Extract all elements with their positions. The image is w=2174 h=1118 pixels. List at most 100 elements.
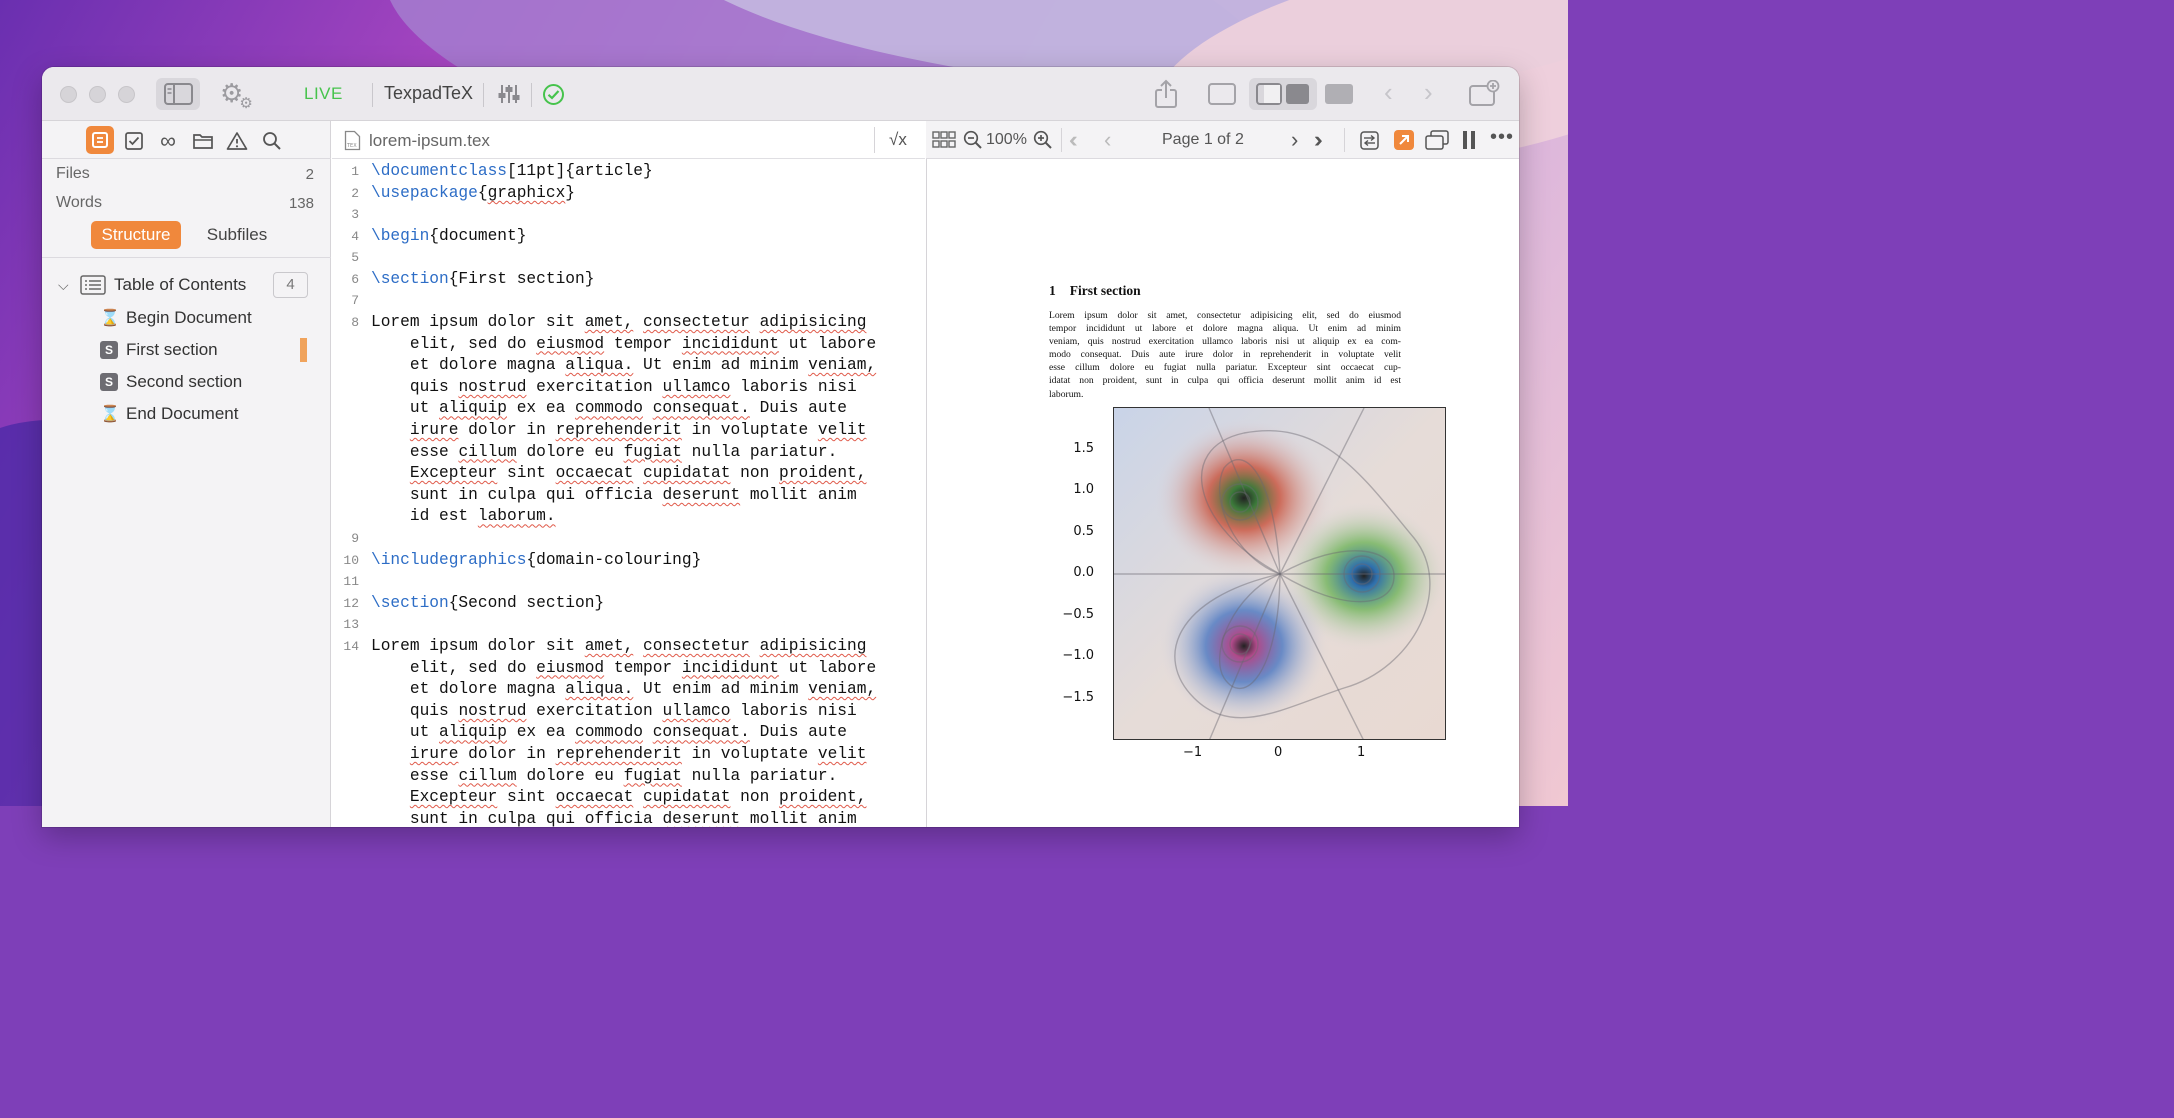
pdf-section-heading: 1 First section (1049, 283, 1141, 298)
pdf-paragraph: Lorem ipsum dolor sit amet, consectetur … (1049, 310, 1401, 400)
zoom-window-button[interactable] (118, 86, 135, 103)
sidebar-icon (164, 83, 193, 105)
folder-icon (193, 134, 213, 149)
line-number: 10 (343, 553, 359, 568)
tasks-tab-button[interactable] (121, 128, 147, 154)
toc-item-first-section[interactable]: S First section (100, 336, 310, 364)
code-line-2: \usepackage{graphicx} (371, 184, 576, 202)
zoom-level[interactable]: 100% (986, 131, 1027, 149)
tab-structure[interactable]: Structure (91, 221, 181, 249)
previous-page-icon[interactable]: ‹ (1104, 127, 1111, 153)
line-number: 4 (351, 229, 359, 244)
line-number: 13 (343, 617, 359, 632)
page-indicator[interactable]: Page 1 of 2 (1162, 131, 1244, 149)
y-tick-label: −1.0 (1062, 648, 1094, 663)
sidebar: ∞ Files 2 Words 138 Structure Subfiles ⌵… (42, 121, 331, 827)
grid-view-icon[interactable] (932, 130, 956, 150)
checkbox-icon (125, 132, 143, 150)
line-number: 11 (343, 574, 359, 589)
hourglass-icon: ⌛ (100, 406, 120, 423)
hourglass-icon: ⌛ (100, 310, 120, 327)
current-position-marker (300, 338, 307, 362)
sync-icon[interactable] (1359, 130, 1380, 151)
zoom-out-icon[interactable] (963, 130, 983, 150)
next-page-icon[interactable]: › (1291, 127, 1298, 153)
toolbar: ⚙⚙ LIVE TexpadTeX ‹ › (42, 67, 1519, 121)
toggle-sidebar-button[interactable] (156, 78, 200, 110)
search-icon (263, 132, 281, 150)
infinity-icon[interactable]: ∞ (155, 128, 181, 154)
layout-pdf-only-icon[interactable] (1324, 82, 1354, 106)
chevron-down-icon[interactable]: ⌵ (58, 277, 72, 294)
toc-count-badge: 4 (273, 272, 308, 298)
code-line-1: \documentclass[11pt]{article} (371, 162, 653, 180)
line-number: 14 (343, 639, 359, 654)
y-tick-label: 1.5 (1073, 441, 1094, 456)
new-window-icon[interactable] (1468, 80, 1500, 108)
zoom-in-icon[interactable] (1033, 130, 1053, 150)
live-typesetting-toggle[interactable]: LIVE (304, 84, 343, 104)
list-icon (80, 275, 106, 295)
last-page-icon[interactable]: ›› (1314, 127, 1322, 153)
words-label: Words (56, 194, 102, 211)
line-number: 12 (343, 596, 359, 611)
more-icon[interactable]: ••• (1490, 126, 1514, 149)
tex-file-icon: TEX (344, 130, 361, 151)
editor-filename[interactable]: lorem-ipsum.tex (369, 131, 490, 151)
toc-item-end-document[interactable]: ⌛ End Document (100, 400, 238, 428)
files-tab-button[interactable] (190, 128, 216, 154)
code-paragraph-2: Lorem ipsum dolor sit amet, consectetur … (371, 637, 877, 827)
line-number: 7 (351, 293, 359, 308)
code-line-4: \begin{document} (371, 227, 527, 245)
section-icon: S (100, 341, 118, 359)
search-tab-button[interactable] (259, 128, 285, 154)
toc-item-begin-document[interactable]: ⌛ Begin Document (100, 304, 252, 332)
code-line-6: \section{First section} (371, 270, 595, 288)
x-tick-label: −1 (1183, 745, 1203, 760)
issues-tab-button[interactable] (224, 128, 250, 154)
layout-split-icon (1256, 83, 1309, 105)
first-page-icon[interactable]: ‹‹ (1069, 127, 1077, 153)
layout-split-button[interactable] (1249, 78, 1317, 110)
minimize-window-button[interactable] (89, 86, 106, 103)
math-preview-button[interactable]: √x (889, 130, 907, 150)
y-tick-label: −1.5 (1062, 690, 1094, 705)
forward-icon[interactable]: › (1424, 79, 1433, 105)
y-tick-label: −0.5 (1062, 607, 1094, 622)
layout-editor-only-icon[interactable] (1207, 82, 1237, 106)
line-number: 2 (351, 186, 359, 201)
line-number: 5 (351, 250, 359, 265)
tab-subfiles[interactable]: Subfiles (192, 221, 282, 249)
code-paragraph-1: Lorem ipsum dolor sit amet, consectetur … (371, 313, 877, 526)
svg-text:TEX: TEX (346, 143, 357, 149)
typeset-engine-selector[interactable]: TexpadTeX (384, 83, 473, 104)
typeset-success-icon[interactable] (542, 83, 565, 106)
files-count: 2 (305, 166, 314, 183)
settings-gears-icon[interactable]: ⚙⚙ (220, 80, 257, 111)
domain-colouring-plot (1114, 408, 1445, 739)
x-tick-label: 1 (1357, 745, 1366, 760)
close-window-button[interactable] (60, 86, 77, 103)
sliders-icon[interactable] (497, 82, 521, 106)
code-line-10: \includegraphics{domain-colouring} (371, 551, 702, 569)
sidebar-icon-bar: ∞ (42, 121, 331, 159)
y-tick-label: 0.5 (1073, 524, 1094, 539)
toc-header[interactable]: ⌵ Table of Contents 4 (58, 271, 318, 299)
outline-tab-button[interactable] (86, 126, 114, 154)
open-external-icon[interactable] (1393, 129, 1415, 151)
pdf-toolbar: 100% ‹‹ ‹ Page 1 of 2 › ›› ••• (926, 121, 1519, 159)
editor-tab-bar: TEX lorem-ipsum.tex √x (332, 121, 925, 159)
app-window: ⚙⚙ LIVE TexpadTeX ‹ › ∞ Files 2 Words 13… (42, 67, 1519, 827)
line-number: 6 (351, 272, 359, 287)
pdf-preview[interactable]: 1 First section Lorem ipsum dolor sit ame… (926, 159, 1519, 827)
line-number: 9 (351, 531, 359, 546)
windows-icon[interactable] (1424, 129, 1450, 151)
source-editor[interactable]: TEX lorem-ipsum.tex √x 1 2 3 4 5 6 7 8 9… (332, 121, 925, 827)
toc-title: Table of Contents (114, 275, 247, 294)
back-icon[interactable]: ‹ (1384, 79, 1393, 105)
pause-icon[interactable] (1461, 130, 1477, 150)
toc-item-second-section[interactable]: S Second section (100, 368, 242, 396)
code-line-12: \section{Second section} (371, 594, 605, 612)
share-icon[interactable] (1152, 79, 1180, 109)
line-number: 3 (351, 207, 359, 222)
